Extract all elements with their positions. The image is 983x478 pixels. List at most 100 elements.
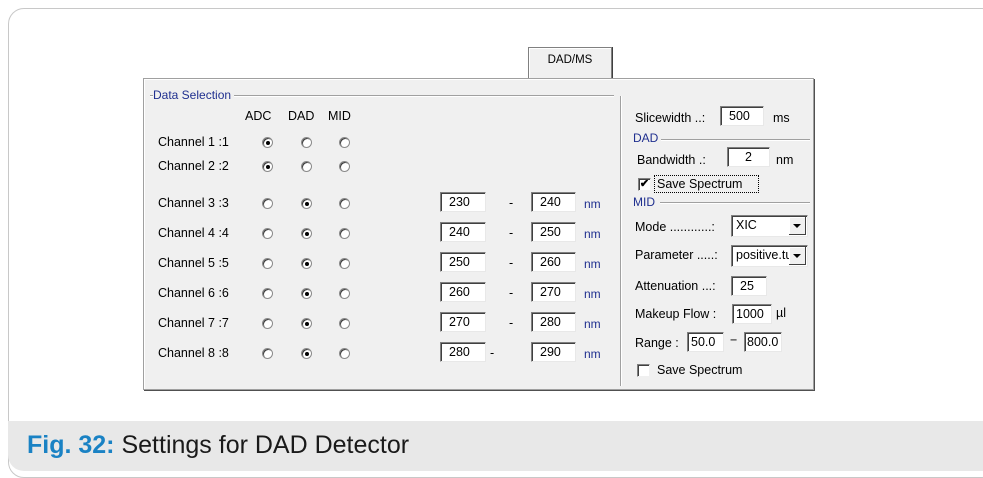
attenuation-label: Attenuation ...: (635, 279, 716, 293)
caption-line: Fig. 32: Settings for DAD Detector (27, 431, 409, 460)
dad-save-spectrum-checkbox[interactable]: ✔ (638, 178, 651, 191)
radio-mid[interactable] (339, 348, 350, 359)
radio-dad[interactable] (301, 161, 312, 172)
mid-save-spectrum-label: Save Spectrum (657, 363, 743, 377)
range-separator: - (509, 286, 514, 300)
channel-label: Channel 2 :2 (158, 159, 229, 173)
wavelength-unit: nm (584, 197, 601, 211)
radio-adc[interactable] (262, 318, 273, 329)
wavelength-to-input[interactable]: 270 (531, 282, 576, 302)
col-header-adc: ADC (245, 109, 272, 123)
channel-label: Channel 3 :3 (158, 196, 229, 210)
wavelength-unit: nm (584, 227, 601, 241)
wavelength-unit: nm (584, 257, 601, 271)
wavelength-to-input[interactable]: 260 (531, 252, 576, 272)
radio-adc[interactable] (262, 137, 273, 148)
radio-selected-dot (305, 262, 309, 266)
wavelength-unit: nm (584, 287, 601, 301)
slicewidth-input[interactable]: 500 (720, 106, 764, 126)
range-to-input[interactable]: 800.0 (744, 332, 782, 352)
radio-adc[interactable] (262, 288, 273, 299)
wavelength-to-input[interactable]: 290 (531, 342, 576, 362)
makeup-flow-label: Makeup Flow : (635, 307, 717, 321)
caption-text: Settings for DAD Detector (121, 431, 410, 459)
mode-dropdown[interactable]: XIC (731, 215, 808, 237)
range-separator: - (509, 316, 514, 330)
radio-selected-dot (305, 292, 309, 296)
dropdown-arrow-icon[interactable] (789, 247, 806, 265)
parameter-value: positive.tu (736, 248, 792, 262)
makeup-flow-unit: µl (776, 306, 786, 320)
parameter-label: Parameter .....: (635, 248, 718, 262)
radio-selected-dot (305, 232, 309, 236)
data-selection-title: Data Selection (153, 88, 235, 102)
channel-label: Channel 4 :4 (158, 226, 229, 240)
dropdown-arrow-icon[interactable] (789, 217, 806, 235)
col-header-dad: DAD (288, 109, 315, 123)
mid-save-spectrum-checkbox[interactable] (637, 364, 650, 377)
radio-adc[interactable] (262, 228, 273, 239)
radio-adc[interactable] (262, 348, 273, 359)
range-separator: − (730, 333, 738, 347)
radio-adc[interactable] (262, 198, 273, 209)
bandwidth-input[interactable]: 2 (727, 147, 770, 167)
radio-dad[interactable] (301, 348, 312, 359)
range-from-input[interactable]: 50.0 (687, 332, 724, 352)
radio-adc[interactable] (262, 258, 273, 269)
checkmark-icon: ✔ (639, 178, 650, 190)
radio-mid[interactable] (339, 228, 350, 239)
radio-dad[interactable] (301, 198, 312, 209)
range-separator: - (509, 256, 514, 270)
slicewidth-label: Slicewidth ..: (635, 111, 706, 125)
wavelength-to-input[interactable]: 240 (531, 192, 576, 212)
radio-mid[interactable] (339, 318, 350, 329)
radio-dad[interactable] (301, 137, 312, 148)
radio-dad[interactable] (301, 288, 312, 299)
radio-selected-dot (305, 352, 309, 356)
radio-dad[interactable] (301, 228, 312, 239)
dad-group-title: DAD (633, 131, 662, 145)
radio-dad[interactable] (301, 318, 312, 329)
radio-selected-dot (266, 165, 270, 169)
radio-dad[interactable] (301, 258, 312, 269)
tab-dad-ms[interactable]: DAD/MS (528, 47, 612, 78)
range-separator: - (509, 196, 514, 210)
radio-mid[interactable] (339, 198, 350, 209)
wavelength-from-input[interactable]: 230 (440, 192, 486, 212)
bandwidth-label: Bandwidth .: (637, 153, 706, 167)
radio-mid[interactable] (339, 137, 350, 148)
wavelength-unit: nm (584, 317, 601, 331)
radio-mid[interactable] (339, 258, 350, 269)
wavelength-from-input[interactable]: 240 (440, 222, 486, 242)
range-separator: - (509, 226, 514, 240)
radio-selected-dot (266, 141, 270, 145)
channel-label: Channel 8 :8 (158, 346, 229, 360)
wavelength-to-input[interactable]: 250 (531, 222, 576, 242)
wavelength-from-input[interactable]: 260 (440, 282, 486, 302)
wavelength-from-input[interactable]: 250 (440, 252, 486, 272)
col-header-mid: MID (328, 109, 351, 123)
slicewidth-unit: ms (773, 111, 790, 125)
attenuation-input[interactable]: 25 (731, 276, 767, 296)
radio-adc[interactable] (262, 161, 273, 172)
radio-selected-dot (305, 322, 309, 326)
channel-label: Channel 6 :6 (158, 286, 229, 300)
wavelength-from-input[interactable]: 270 (440, 312, 486, 332)
mode-label: Mode ............: (635, 220, 715, 234)
caption-number: Fig. 32: (27, 431, 115, 459)
wavelength-to-input[interactable]: 280 (531, 312, 576, 332)
mid-group-border (660, 202, 810, 204)
range-label: Range : (635, 336, 679, 350)
radio-selected-dot (305, 202, 309, 206)
mode-value: XIC (736, 218, 757, 232)
parameter-dropdown[interactable]: positive.tu (731, 245, 808, 267)
wavelength-from-input[interactable]: 280 (440, 342, 486, 362)
bandwidth-unit: nm (776, 153, 794, 167)
settings-dialog: DAD/MS Data Selection ADC DAD MID Slicew… (0, 0, 983, 472)
makeup-flow-input[interactable]: 1000 (732, 304, 772, 324)
radio-mid[interactable] (339, 161, 350, 172)
mid-group-title: MID (633, 195, 658, 209)
radio-mid[interactable] (339, 288, 350, 299)
channel-label: Channel 1 :1 (158, 135, 229, 149)
range-separator: - (490, 346, 495, 360)
